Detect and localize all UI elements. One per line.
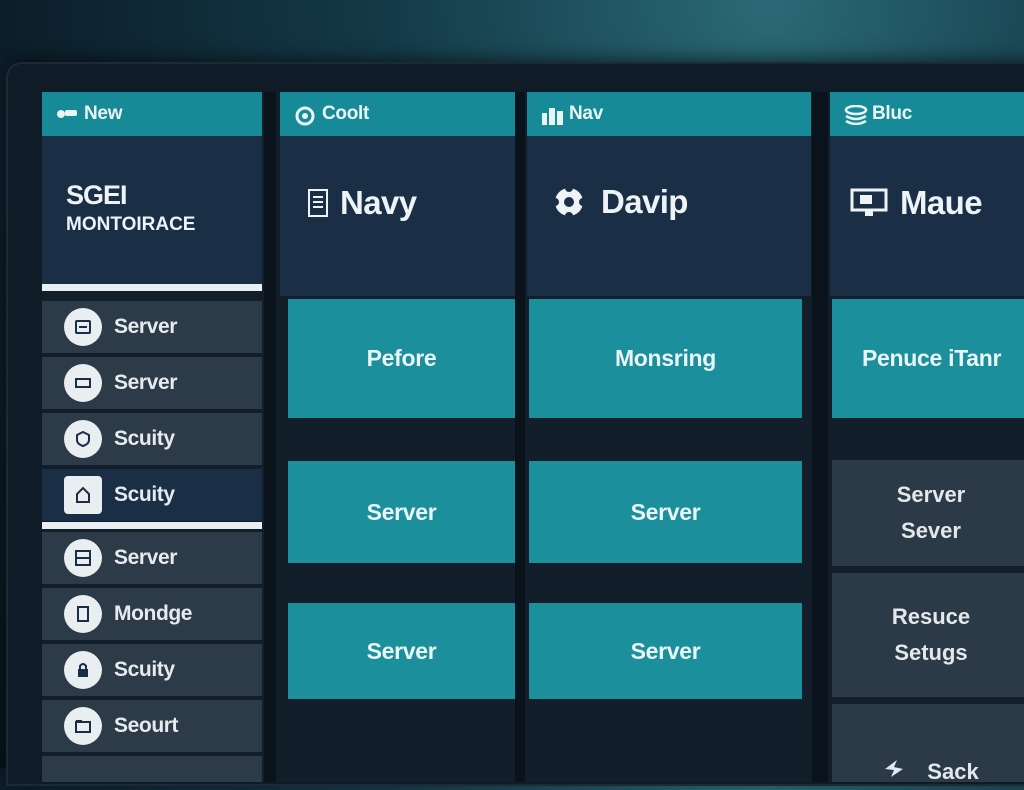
- column-divider: [264, 92, 276, 782]
- sidebar-item-mondge[interactable]: Mondge: [42, 588, 262, 640]
- tab-bluc[interactable]: Bluc: [830, 92, 1024, 136]
- tile-server[interactable]: Server: [288, 461, 515, 563]
- monitor-icon: [850, 188, 888, 218]
- tile-line: Resuce: [891, 604, 971, 629]
- sidebar-tab-label: New: [84, 103, 123, 124]
- sidebar-item-partial[interactable]: [42, 756, 262, 782]
- sidebar-item-label: Mondge: [114, 602, 193, 625]
- brand-title: SGEI: [66, 180, 128, 210]
- tile-resuce-setugs[interactable]: Resuce Setugs: [832, 573, 1024, 697]
- tile-penuce[interactable]: Penuce iTanr: [832, 299, 1024, 418]
- grid-icon: [64, 539, 102, 577]
- sidebar-item-label: Scuity: [114, 427, 175, 450]
- tile-server-sever[interactable]: Server Sever: [832, 460, 1024, 566]
- sidebar-item-security[interactable]: Scuity: [42, 644, 262, 696]
- sidebar-item-label: Server: [114, 315, 177, 338]
- panel-bluc: Bluc Maue Penuce iTanr Server Sever Resu…: [830, 92, 1024, 784]
- tile-pefore[interactable]: Pefore: [288, 299, 515, 418]
- document-icon: [308, 189, 328, 217]
- panel-title-text: Davip: [601, 183, 688, 220]
- tab-nav[interactable]: Nav: [527, 92, 811, 136]
- tab-label: Bluc: [872, 103, 912, 124]
- sidebar-tab[interactable]: New: [42, 92, 262, 136]
- panel-title: Navy: [308, 184, 417, 222]
- sidebar-item-security-active[interactable]: Scuity: [42, 469, 262, 521]
- tile-line: Setugs: [894, 640, 968, 665]
- sidebar-item-server[interactable]: Server: [42, 532, 262, 584]
- city-icon: [541, 105, 563, 125]
- document-icon: [64, 595, 102, 633]
- sidebar-item-label: Scuity: [114, 658, 175, 681]
- sidebar-item-server[interactable]: Server: [42, 301, 262, 353]
- sidebar-divider: [42, 522, 262, 529]
- stack-icon: [844, 104, 868, 126]
- sidebar-divider: [42, 284, 262, 291]
- sidebar-item-label: Scuity: [114, 483, 175, 506]
- shield-icon: [64, 420, 102, 458]
- tile-server[interactable]: Server: [529, 461, 802, 563]
- folder-icon: [64, 707, 102, 745]
- server-icon: [64, 308, 102, 346]
- panel-coolt: Coolt Navy Pefore Server Server: [280, 92, 515, 782]
- tile-sack-row: Sack: [883, 754, 979, 790]
- sidebar-item-seourt[interactable]: Seourt: [42, 700, 262, 752]
- tile-line: Sever: [901, 518, 961, 543]
- home-icon: [64, 476, 102, 514]
- panel-nav: Nav Davip Monsring Server Server: [527, 92, 811, 782]
- sidebar-item-label: Seourt: [114, 714, 179, 737]
- sidebar-item-label: Server: [114, 371, 177, 394]
- tile-sack[interactable]: Sack: [832, 704, 1024, 784]
- panel-title-text: Maue: [900, 184, 983, 221]
- sidebar-item-server[interactable]: Server: [42, 357, 262, 409]
- panel-header: Davip: [527, 136, 811, 296]
- panel-header: Maue: [830, 136, 1024, 296]
- panel-title-text: Navy: [340, 184, 417, 221]
- sidebar-item-label: Server: [114, 546, 177, 569]
- gear-icon: [294, 105, 316, 126]
- tile-line: Sack: [927, 759, 979, 784]
- cog-icon: [549, 182, 589, 222]
- tile-line: Server: [896, 482, 966, 507]
- tab-label: Nav: [569, 103, 603, 124]
- dashboard-screen: New SGEI MONTOIRACE Server Server Scuity…: [42, 92, 1024, 784]
- brand-panel: SGEI MONTOIRACE: [42, 136, 262, 284]
- tile-server[interactable]: Server: [288, 603, 515, 699]
- panel-title: Davip: [549, 182, 688, 222]
- tile-monsring[interactable]: Monsring: [529, 299, 802, 418]
- sidebar-item-security[interactable]: Scuity: [42, 413, 262, 465]
- tab-label: Coolt: [322, 103, 370, 124]
- network-icon: [56, 105, 78, 123]
- pointer-icon: [883, 754, 905, 790]
- screen-icon: [64, 364, 102, 402]
- column-divider: [515, 92, 525, 782]
- tab-coolt[interactable]: Coolt: [280, 92, 515, 136]
- lock-icon: [64, 651, 102, 689]
- column-divider: [812, 92, 828, 782]
- panel-header: Navy: [280, 136, 515, 296]
- tile-server[interactable]: Server: [529, 603, 802, 699]
- sidebar: New SGEI MONTOIRACE Server Server Scuity…: [42, 92, 262, 782]
- brand-subtitle: MONTOIRACE: [66, 214, 196, 235]
- panel-title: Maue: [850, 184, 983, 222]
